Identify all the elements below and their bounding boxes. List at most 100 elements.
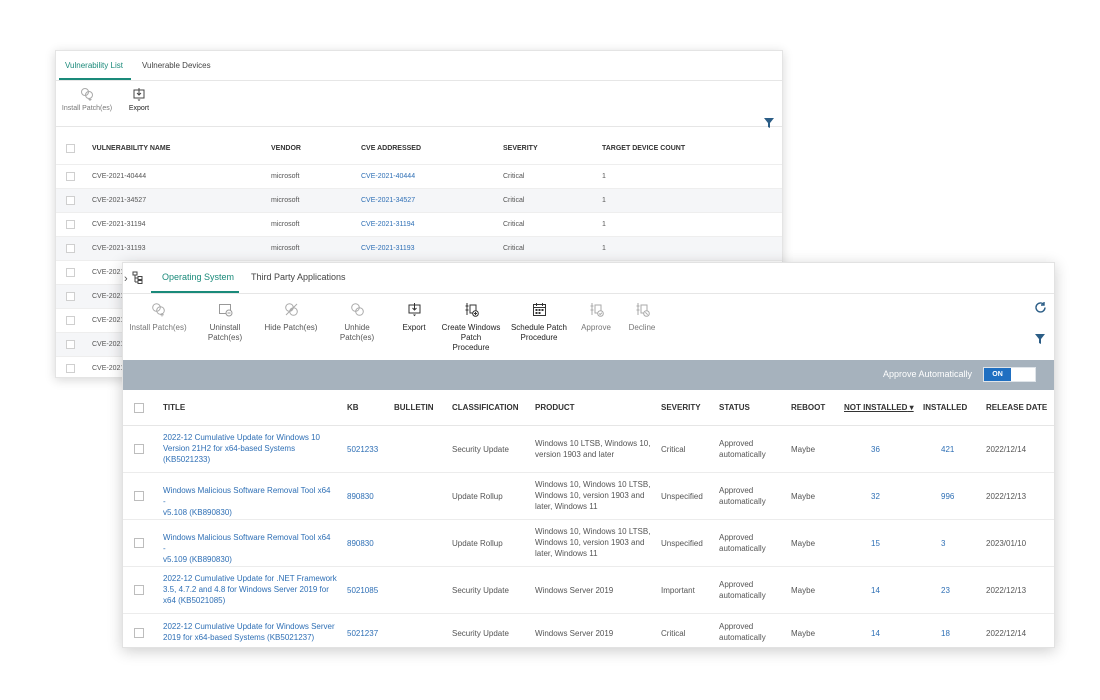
tab-vulnerability-list[interactable]: Vulnerability List [65, 61, 123, 70]
kb-link[interactable]: 890830 [347, 538, 374, 549]
row-checkbox[interactable] [66, 364, 75, 373]
installed-count[interactable]: 421 [941, 444, 954, 455]
not-installed-count[interactable]: 14 [871, 628, 880, 639]
col-product[interactable]: PRODUCT [535, 403, 575, 412]
decline-button[interactable]: Decline [623, 302, 661, 333]
uninstall-patches-button[interactable]: Uninstall Patch(es) [203, 302, 247, 343]
row-checkbox[interactable] [134, 444, 144, 454]
uninstall-label-line2: Patch(es) [207, 333, 243, 342]
device-count: 1 [602, 197, 606, 204]
select-all-checkbox[interactable] [66, 144, 75, 153]
row-checkbox[interactable] [134, 491, 144, 501]
col-title[interactable]: TITLE [163, 403, 185, 412]
col-severity[interactable]: SEVERITY [661, 403, 701, 412]
tab-third-party-applications[interactable]: Third Party Applications [251, 272, 346, 282]
title-line: x64 (KB5021085) [163, 596, 226, 605]
col-installed[interactable]: INSTALLED [923, 403, 967, 412]
col-bulletin[interactable]: BULLETIN [394, 403, 434, 412]
installed-count[interactable]: 996 [941, 491, 954, 502]
col-reboot[interactable]: REBOOT [791, 403, 825, 412]
classification: Update Rollup [452, 492, 503, 501]
row-checkbox[interactable] [134, 538, 144, 548]
row-checkbox[interactable] [66, 220, 75, 229]
not-installed-count[interactable]: 14 [871, 585, 880, 596]
table-row[interactable]: 2022-12 Cumulative Update for .NET Frame… [123, 567, 1054, 614]
patch-title-link[interactable]: 2022-12 Cumulative Update for .NET Frame… [163, 573, 341, 606]
patch-title-link[interactable]: 2022-12 Cumulative Update for Windows 10… [163, 432, 335, 465]
reboot: Maybe [791, 539, 816, 548]
row-checkbox[interactable] [66, 292, 75, 301]
vulnerability-name: CVE-2021-31194 [92, 221, 146, 228]
cve-link[interactable]: CVE-2021-40444 [361, 173, 415, 180]
patch-title-link[interactable]: 2022-12 Cumulative Update for Windows Se… [163, 621, 335, 643]
row-checkbox[interactable] [66, 316, 75, 325]
table-row[interactable]: 2022-12 Cumulative Update for Windows 10… [123, 426, 1054, 473]
kb-link[interactable]: 890830 [347, 491, 374, 502]
vulnerability-table-header: VULNERABILITY NAME VENDOR CVE ADDRESSED … [56, 137, 782, 161]
tab-operating-system[interactable]: Operating System [162, 272, 234, 282]
row-checkbox[interactable] [66, 268, 75, 277]
col-kb[interactable]: KB [347, 403, 359, 412]
filter-icon[interactable] [763, 117, 775, 129]
filter-icon[interactable] [1034, 333, 1046, 345]
installed-count[interactable]: 3 [941, 538, 945, 549]
col-status[interactable]: STATUS [719, 403, 750, 412]
cve-link[interactable]: CVE-2021-31193 [361, 245, 415, 252]
approve-automatically-toggle[interactable]: ON [983, 367, 1036, 382]
status-line: Approved [719, 486, 754, 495]
table-row[interactable]: Windows Malicious Software Removal Tool … [123, 473, 1054, 520]
installed-count[interactable]: 23 [941, 585, 950, 596]
kb-link[interactable]: 5021085 [347, 585, 378, 596]
table-row[interactable]: Windows Malicious Software Removal Tool … [123, 520, 1054, 567]
install-patches-button[interactable]: Install Patch(es) [60, 87, 114, 112]
row-checkbox[interactable] [66, 196, 75, 205]
col-not-installed[interactable]: NOT INSTALLED ▾ [844, 403, 914, 412]
expand-chevron-icon[interactable]: › [124, 273, 128, 285]
kb-link[interactable]: 5021237 [347, 628, 378, 639]
refresh-icon[interactable] [1034, 301, 1047, 314]
row-checkbox[interactable] [134, 585, 144, 595]
status-line: Approved [719, 622, 754, 631]
cve-link[interactable]: CVE-2021-34527 [361, 197, 415, 204]
not-installed-count[interactable]: 36 [871, 444, 880, 455]
table-row[interactable]: CVE-2021-34527 microsoft CVE-2021-34527 … [56, 188, 782, 212]
approve-button[interactable]: Approve [577, 302, 615, 333]
row-checkbox[interactable] [134, 628, 144, 638]
patch-title-link[interactable]: Windows Malicious Software Removal Tool … [163, 485, 335, 518]
create-windows-patch-procedure-button[interactable]: Create Windows Patch Procedure [439, 302, 503, 353]
row-checkbox[interactable] [66, 340, 75, 349]
tree-view-icon[interactable] [132, 271, 143, 284]
export-button[interactable]: Export [126, 87, 152, 112]
col-classification[interactable]: CLASSIFICATION [452, 403, 519, 412]
select-all-checkbox[interactable] [134, 403, 144, 413]
release-date: 2022/12/13 [986, 586, 1027, 595]
severity: Critical [503, 197, 525, 204]
uninstall-label-line1: Uninstall [209, 323, 241, 332]
tab-vulnerable-devices[interactable]: Vulnerable Devices [142, 61, 211, 70]
kb-link[interactable]: 5021233 [347, 444, 378, 455]
col-target-device-count: TARGET DEVICE COUNT [602, 145, 686, 152]
export-button[interactable]: Export [397, 302, 431, 333]
not-installed-count[interactable]: 15 [871, 538, 880, 549]
table-row[interactable]: 2022-12 Cumulative Update for Windows Se… [123, 614, 1054, 647]
col-not-installed-label: NOT INSTALLED [844, 403, 908, 412]
table-row[interactable]: CVE-2021-31194 microsoft CVE-2021-31194 … [56, 212, 782, 236]
patch-title-link[interactable]: Windows Malicious Software Removal Tool … [163, 532, 335, 565]
table-row[interactable]: CVE-2021-40444 microsoft CVE-2021-40444 … [56, 164, 782, 188]
installed-count[interactable]: 18 [941, 628, 950, 639]
table-row[interactable]: CVE-2021-31193 microsoft CVE-2021-31193 … [56, 236, 782, 260]
row-checkbox[interactable] [66, 244, 75, 253]
unhide-patches-button[interactable]: Unhide Patch(es) [335, 302, 379, 343]
status-line: Approved [719, 533, 754, 542]
not-installed-count[interactable]: 32 [871, 491, 880, 502]
install-patches-button[interactable]: Install Patch(es) [127, 302, 189, 333]
schedule-patch-procedure-button[interactable]: Schedule Patch Procedure [509, 302, 569, 343]
col-release-date[interactable]: RELEASE DATE [986, 403, 1047, 412]
device-count: 1 [602, 245, 606, 252]
cve-link[interactable]: CVE-2021-31194 [361, 221, 415, 228]
hide-patches-button[interactable]: Hide Patch(es) [261, 302, 321, 333]
status-line: automatically [719, 497, 766, 506]
unhide-label-line1: Unhide [344, 323, 370, 332]
product-line: Windows 10, version 1903 and [535, 491, 645, 500]
row-checkbox[interactable] [66, 172, 75, 181]
